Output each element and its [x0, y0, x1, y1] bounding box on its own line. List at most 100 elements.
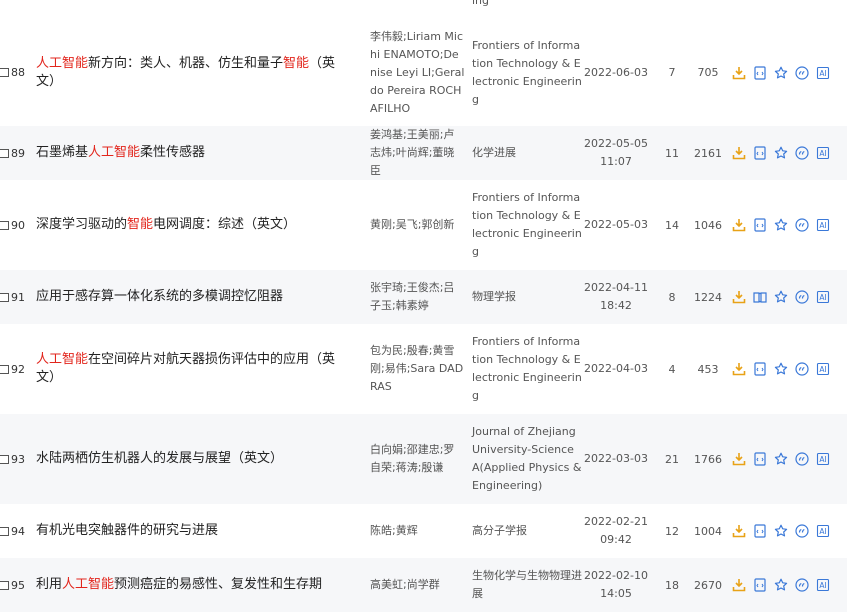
download-icon[interactable] [732, 290, 746, 304]
row-checkbox[interactable] [0, 324, 10, 414]
cited-count[interactable]: 11 [660, 126, 684, 180]
authors-text[interactable]: 陈皓;黄辉 [370, 522, 418, 540]
source-text[interactable]: Frontiers of Information Technology & El… [472, 189, 582, 261]
html-icon[interactable] [753, 452, 767, 466]
favorite-icon[interactable] [774, 578, 788, 592]
ai-icon[interactable]: AI [816, 146, 830, 160]
article-title-text[interactable]: 利用人工智能预测癌症的易感性、复发性和生存期 [36, 576, 322, 594]
source-text[interactable]: 高分子学报 [472, 522, 527, 540]
article-title-text[interactable]: 石墨烯基人工智能柔性传感器 [36, 144, 205, 162]
download-icon[interactable] [732, 452, 746, 466]
checkbox-box[interactable] [0, 148, 9, 158]
authors-text[interactable]: 张宇琦;王俊杰;吕子玉;韩素婷 [370, 279, 465, 315]
favorite-icon[interactable] [774, 452, 788, 466]
article-authors[interactable]: 陈皓;黄辉 [370, 504, 465, 558]
source-text[interactable]: 生物化学与生物物理进展 [472, 567, 582, 603]
download-icon[interactable] [732, 218, 746, 232]
quote-icon[interactable] [795, 65, 809, 80]
download-icon[interactable] [732, 66, 746, 80]
article-title-text[interactable]: 水陆两栖仿生机器人的发展与展望（英文） [36, 450, 283, 468]
favorite-icon[interactable] [774, 218, 788, 232]
article-source[interactable]: Frontiers of Information Technology & El… [472, 324, 582, 414]
quote-icon[interactable] [795, 524, 809, 538]
article-authors[interactable]: 李伟毅;Liriam Michi ENAMOTO;Denise Leyi LI;… [370, 19, 465, 126]
cited-count[interactable]: 21 [660, 414, 684, 504]
article-authors[interactable]: 张宇琦;王俊杰;吕子玉;韩素婷 [370, 270, 465, 324]
source-text[interactable]: 物理学报 [472, 288, 516, 306]
row-checkbox[interactable] [0, 126, 10, 180]
favorite-icon[interactable] [774, 524, 788, 538]
read-icon[interactable] [753, 290, 767, 304]
article-authors[interactable]: 包为民;殷春;黄雪刚;易伟;Sara DADRAS [370, 324, 465, 414]
quote-icon[interactable] [795, 362, 809, 376]
cited-count[interactable]: 4 [660, 324, 684, 414]
checkbox-box[interactable] [0, 364, 9, 374]
authors-text[interactable]: 高美虹;尚学群 [370, 576, 440, 594]
authors-text[interactable]: 黄刚;吴飞;郭创新 [370, 216, 454, 234]
quote-icon[interactable] [795, 578, 809, 592]
article-authors[interactable]: 姜鸿基;王美丽;卢志炜;叶尚辉;董晓臣 [370, 126, 465, 180]
download-icon[interactable] [732, 362, 746, 376]
ai-icon[interactable]: AI [816, 578, 830, 592]
article-title-text[interactable]: 有机光电突触器件的研究与进展 [36, 522, 218, 540]
article-source[interactable]: 高分子学报 [472, 504, 582, 558]
checkbox-box[interactable] [0, 292, 9, 302]
article-title-link[interactable]: 深度学习驱动的智能电网调度：综述（英文） [36, 180, 348, 270]
authors-text[interactable]: 李伟毅;Liriam Michi ENAMOTO;Denise Leyi LI;… [370, 28, 465, 118]
article-title-text[interactable]: 人工智能在空间碎片对航天器损伤评估中的应用（英文） [36, 351, 348, 387]
article-source[interactable]: 化学进展 [472, 126, 582, 180]
download-icon[interactable] [732, 524, 746, 538]
authors-text[interactable]: 姜鸿基;王美丽;卢志炜;叶尚辉;董晓臣 [370, 126, 465, 180]
source-text[interactable]: Frontiers of Information Technology & El… [472, 333, 582, 405]
checkbox-box[interactable] [0, 68, 9, 77]
ai-icon[interactable]: AI [816, 218, 830, 232]
row-checkbox[interactable] [0, 270, 10, 324]
download-icon[interactable] [732, 578, 746, 592]
ai-icon[interactable]: AI [816, 452, 830, 466]
article-title-text[interactable]: 深度学习驱动的智能电网调度：综述（英文） [36, 216, 296, 234]
cited-count[interactable]: 8 [660, 270, 684, 324]
article-title-link[interactable]: 应用于感存算一体化系统的多模调控忆阻器 [36, 270, 348, 324]
article-title-link[interactable]: 水陆两栖仿生机器人的发展与展望（英文） [36, 414, 348, 504]
favorite-icon[interactable] [774, 146, 788, 160]
ai-icon[interactable]: AI [816, 66, 830, 80]
authors-text[interactable]: 白向娟;邵建忠;罗自荣;蒋涛;殷谦 [370, 441, 465, 477]
cited-count[interactable]: 14 [660, 180, 684, 270]
html-icon[interactable] [753, 362, 767, 376]
authors-text[interactable]: 包为民;殷春;黄雪刚;易伟;Sara DADRAS [370, 342, 465, 396]
quote-icon[interactable] [795, 218, 809, 232]
row-checkbox[interactable] [0, 180, 10, 270]
article-source[interactable]: Journal of Zhejiang University-Science A… [472, 414, 582, 504]
article-source[interactable]: 物理学报 [472, 270, 582, 324]
source-text[interactable]: Frontiers of Information Technology & El… [472, 37, 582, 109]
row-checkbox[interactable] [0, 19, 10, 126]
row-checkbox[interactable] [0, 504, 10, 558]
html-icon[interactable] [753, 578, 767, 592]
quote-icon[interactable] [795, 146, 809, 160]
article-title-link[interactable]: 人工智能在空间碎片对航天器损伤评估中的应用（英文） [36, 324, 348, 414]
checkbox-box[interactable] [0, 454, 9, 464]
article-title-link[interactable]: 人工智能新方向：类人、机器、仿生和量子智能（英文） [36, 19, 348, 126]
article-source[interactable]: Frontiers of Information Technology & El… [472, 19, 582, 126]
article-title-link[interactable]: 有机光电突触器件的研究与进展 [36, 504, 348, 558]
favorite-icon[interactable] [774, 362, 788, 376]
article-title-text[interactable]: 应用于感存算一体化系统的多模调控忆阻器 [36, 288, 283, 306]
article-source[interactable]: Frontiers of Information Technology & El… [472, 180, 582, 270]
article-title-text[interactable]: 人工智能新方向：类人、机器、仿生和量子智能（英文） [36, 55, 348, 91]
html-icon[interactable] [753, 65, 767, 80]
article-title-link[interactable]: 石墨烯基人工智能柔性传感器 [36, 126, 348, 180]
source-text[interactable]: 化学进展 [472, 144, 516, 162]
cited-count[interactable]: 12 [660, 504, 684, 558]
ai-icon[interactable]: AI [816, 362, 830, 376]
download-icon[interactable] [732, 146, 746, 160]
favorite-icon[interactable] [774, 66, 788, 80]
ai-icon[interactable]: AI [816, 290, 830, 304]
article-authors[interactable]: 白向娟;邵建忠;罗自荣;蒋涛;殷谦 [370, 414, 465, 504]
cited-count[interactable]: 7 [660, 19, 684, 126]
html-icon[interactable] [753, 524, 767, 538]
favorite-icon[interactable] [774, 290, 788, 304]
checkbox-box[interactable] [0, 580, 9, 590]
html-icon[interactable] [753, 218, 767, 232]
checkbox-box[interactable] [0, 220, 9, 230]
row-checkbox[interactable] [0, 414, 10, 504]
